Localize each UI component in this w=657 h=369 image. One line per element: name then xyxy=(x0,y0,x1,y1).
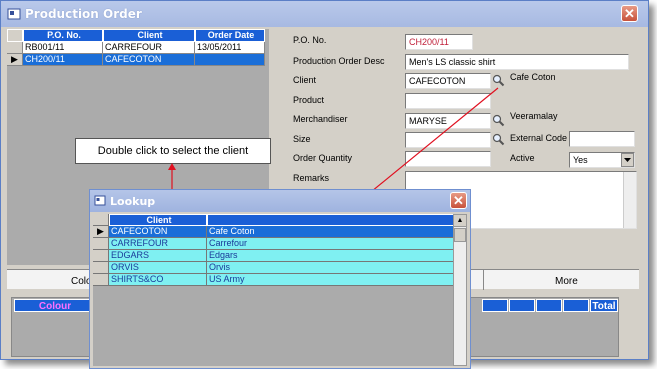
active-dropdown-button[interactable] xyxy=(621,153,634,167)
column-header-po[interactable]: P.O. No. xyxy=(23,29,103,42)
row-selector[interactable] xyxy=(93,238,109,250)
scroll-thumb[interactable] xyxy=(454,228,466,242)
column-header-order-date[interactable]: Order Date xyxy=(195,29,265,42)
window-title: Production Order xyxy=(25,7,142,21)
lookup-row-name[interactable]: Carrefour xyxy=(207,238,456,250)
close-button[interactable]: ✕ xyxy=(621,5,638,22)
row-selector[interactable] xyxy=(7,42,23,54)
client-label: Client xyxy=(293,75,317,85)
lookup-row-name[interactable]: US Army xyxy=(207,274,456,286)
order-desc-label: Production Order Desc xyxy=(293,56,385,66)
lookup-row-name[interactable]: Orvis xyxy=(207,262,456,274)
column-header-client[interactable]: Client xyxy=(109,214,207,226)
order-desc-field[interactable]: Men's LS classic shirt xyxy=(405,54,629,70)
lookup-row-name[interactable]: Edgars xyxy=(207,250,456,262)
lookup-app-icon xyxy=(94,195,106,206)
tab-divider xyxy=(483,270,484,290)
size-search-icon[interactable] xyxy=(492,133,505,146)
lookup-row-code[interactable]: CAFECOTON xyxy=(109,226,207,238)
column-header[interactable] xyxy=(536,299,562,312)
column-header-client[interactable]: Client xyxy=(103,29,195,42)
order-quantity-label: Order Quantity xyxy=(293,153,353,163)
row-selector[interactable] xyxy=(93,262,109,274)
merchandiser-field[interactable]: MARYSE xyxy=(405,113,491,129)
external-code-field[interactable] xyxy=(569,131,635,147)
table-cell[interactable]: 13/05/2011 xyxy=(195,42,265,54)
table-cell[interactable] xyxy=(195,54,265,66)
active-label: Active xyxy=(510,153,535,163)
client-name-text: Cafe Coton xyxy=(510,72,556,82)
lookup-grid: Client ▶ CAFECOTON Cafe Coton CARREFOUR … xyxy=(93,214,456,366)
row-selector[interactable] xyxy=(93,274,109,286)
table-cell[interactable]: RB001/11 xyxy=(23,42,103,54)
lookup-row-code[interactable]: CARREFOUR xyxy=(109,238,207,250)
client-search-icon[interactable] xyxy=(492,74,505,87)
tab-more[interactable]: More xyxy=(555,276,578,287)
table-cell[interactable]: CARREFOUR xyxy=(103,42,195,54)
column-header[interactable] xyxy=(482,299,508,312)
merchandiser-name-text: Veeramalay xyxy=(510,111,558,121)
merchandiser-label: Merchandiser xyxy=(293,114,348,124)
client-field[interactable]: CAFECOTON xyxy=(405,73,491,89)
table-cell[interactable]: CH200/11 xyxy=(23,54,103,66)
lookup-row-code[interactable]: ORVIS xyxy=(109,262,207,274)
remarks-scrollbar[interactable] xyxy=(623,172,636,228)
po-no-label: P.O. No. xyxy=(293,35,327,45)
size-field[interactable] xyxy=(405,132,491,148)
lookup-dialog: Lookup ✕ Client ▶ CAFECOTON Cafe Coton C… xyxy=(89,189,471,369)
lookup-scrollbar[interactable]: ▲ xyxy=(453,214,467,366)
title-bar[interactable]: Production Order ✕ xyxy=(1,1,648,27)
remarks-label: Remarks xyxy=(293,173,330,183)
column-header-name[interactable] xyxy=(207,214,456,226)
column-header-total[interactable]: Total xyxy=(590,299,618,312)
product-label: Product xyxy=(293,95,325,105)
po-no-field[interactable]: CH200/11 xyxy=(405,34,473,50)
column-header-colour[interactable]: Colour xyxy=(14,299,96,312)
current-row-indicator[interactable]: ▶ xyxy=(93,226,109,238)
lookup-row-code[interactable]: SHIRTS&CO xyxy=(109,274,207,286)
order-quantity-field[interactable] xyxy=(405,151,491,167)
merchandiser-search-icon[interactable] xyxy=(492,114,505,127)
lookup-close-button[interactable]: ✕ xyxy=(450,192,467,209)
table-cell[interactable]: CAFECOTON xyxy=(103,54,195,66)
product-field[interactable] xyxy=(405,93,491,109)
scroll-up-button[interactable]: ▲ xyxy=(454,215,466,227)
chevron-down-icon xyxy=(624,158,631,162)
app-icon xyxy=(7,8,21,20)
instruction-callout: Double click to select the client xyxy=(75,138,271,164)
lookup-title: Lookup xyxy=(110,195,156,208)
grid-corner xyxy=(93,214,109,226)
lookup-row-name[interactable]: Cafe Coton xyxy=(207,226,456,238)
lookup-title-bar[interactable]: Lookup ✕ xyxy=(90,190,470,212)
active-select-value: Yes xyxy=(573,155,588,165)
current-row-indicator[interactable]: ▶ xyxy=(7,54,23,66)
row-selector[interactable] xyxy=(93,250,109,262)
column-header[interactable] xyxy=(509,299,535,312)
lookup-row-code[interactable]: EDGARS xyxy=(109,250,207,262)
column-header[interactable] xyxy=(563,299,589,312)
grid-corner xyxy=(7,29,23,42)
size-label: Size xyxy=(293,134,311,144)
external-code-label: External Code xyxy=(510,133,568,143)
